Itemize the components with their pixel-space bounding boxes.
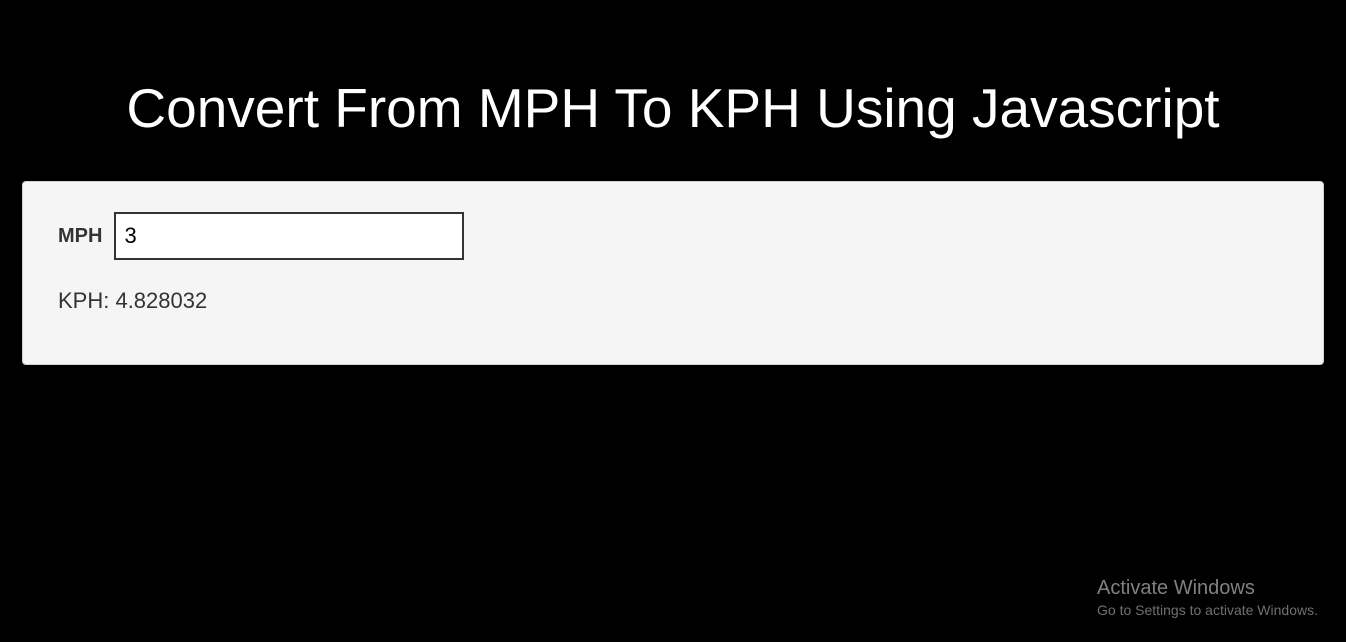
kph-result: KPH: 4.828032: [58, 288, 1288, 314]
windows-watermark: Activate Windows Go to Settings to activ…: [1097, 577, 1318, 618]
watermark-title: Activate Windows: [1097, 577, 1318, 600]
watermark-subtitle: Go to Settings to activate Windows.: [1097, 602, 1318, 618]
input-row: MPH: [58, 212, 1288, 260]
mph-input[interactable]: [114, 212, 464, 260]
page-title: Convert From MPH To KPH Using Javascript: [20, 75, 1326, 141]
mph-label: MPH: [58, 225, 102, 248]
converter-panel: MPH KPH: 4.828032: [22, 181, 1324, 365]
